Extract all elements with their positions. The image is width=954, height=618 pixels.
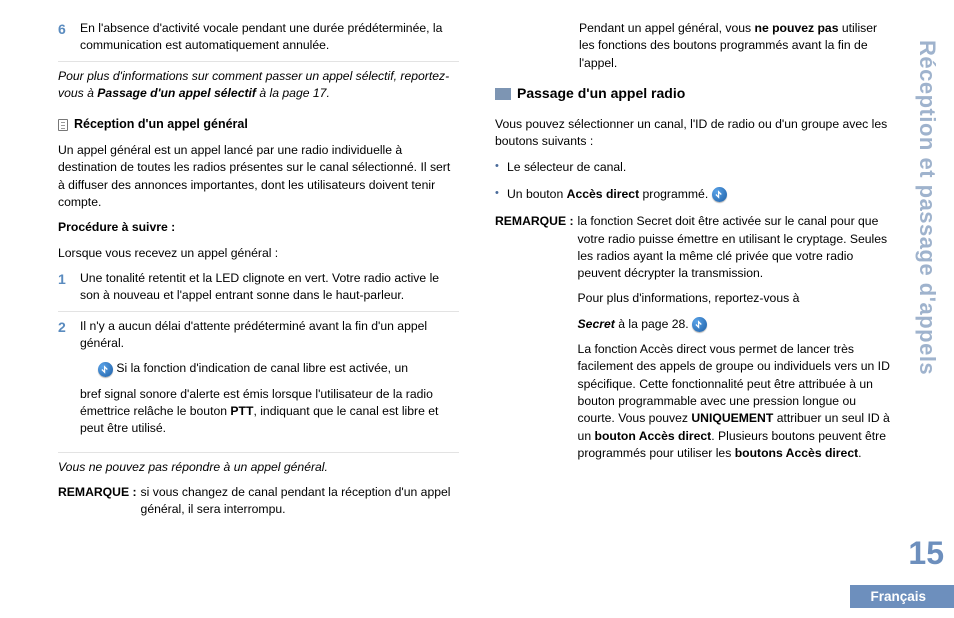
- r-para2: Pour plus d'informations, reportez-vous …: [578, 290, 896, 307]
- step2-line2-text: Si la fonction d'indication de canal lib…: [113, 361, 408, 375]
- info-icon: [712, 187, 727, 202]
- step-6: 6 En l'absence d'activité vocale pendant…: [58, 20, 459, 62]
- step2-line3: bref signal sonore d'alerte est émis lor…: [80, 386, 459, 438]
- two-column-layout: 6 En l'absence d'activité vocale pendant…: [58, 20, 896, 519]
- step-2: 2 Il n'y a aucun délai d'attente prédéte…: [58, 318, 459, 453]
- section-title-text: Passage d'un appel radio: [517, 84, 685, 104]
- right-top-note: Pendant un appel général, vous ne pouvez…: [495, 20, 896, 72]
- right-intro: Vous pouvez sélectionner un canal, l'ID …: [495, 116, 896, 151]
- remarque-left: REMARQUE : si vous changez de canal pend…: [58, 484, 459, 519]
- step-text: Une tonalité retentit et la LED clignote…: [80, 270, 459, 305]
- step-number: 1: [58, 270, 72, 305]
- info-icon: [692, 317, 707, 332]
- remarque-right: REMARQUE : la fonction Secret doit être …: [495, 213, 896, 470]
- step-text: En l'absence d'activité vocale pendant u…: [80, 20, 459, 55]
- remarque-body: la fonction Secret doit être activée sur…: [578, 213, 896, 470]
- heading-text: Réception d'un appel général: [74, 116, 248, 134]
- cannot-answer-note: Vous ne pouvez pas répondre à un appel g…: [58, 459, 459, 476]
- info-icon: [98, 362, 113, 377]
- step2-line2: Si la fonction d'indication de canal lib…: [80, 360, 459, 377]
- procedure-intro: Lorsque vous recevez un appel général :: [58, 245, 459, 262]
- step-body: Il n'y a aucun délai d'attente prédéterm…: [80, 318, 459, 446]
- list-item: Un bouton Accès direct programmé.: [495, 186, 896, 203]
- page-number: 15: [908, 535, 944, 572]
- left-column: 6 En l'absence d'activité vocale pendant…: [58, 20, 459, 519]
- r-secret-line: Secret à la page 28.: [578, 316, 896, 333]
- ptt-bold: PTT: [230, 404, 253, 418]
- note-text-bold: Passage d'un appel sélectif: [97, 86, 256, 100]
- section-bar-icon: [495, 88, 511, 100]
- section-title: Passage d'un appel radio: [495, 84, 896, 104]
- note-text-post: à la page 17.: [256, 86, 330, 100]
- reception-description: Un appel général est un appel lancé par …: [58, 142, 459, 211]
- bullet1-text: Le sélecteur de canal.: [507, 160, 626, 174]
- remarque-label: REMARQUE :: [58, 484, 137, 519]
- top-note-pre: Pendant un appel général, vous: [579, 21, 755, 35]
- chapter-title-vertical: Réception et passage d'appels: [914, 40, 940, 375]
- step2-line1: Il n'y a aucun délai d'attente prédéterm…: [80, 318, 459, 353]
- bullet2-pre: Un bouton: [507, 187, 567, 201]
- reception-heading: Réception d'un appel général: [58, 116, 459, 134]
- r-para3: La fonction Accès direct vous permet de …: [578, 341, 896, 462]
- procedure-label: Procédure à suivre :: [58, 219, 459, 236]
- language-tab: Français: [850, 585, 954, 608]
- boutons-bold: boutons Accès direct: [735, 446, 858, 460]
- remarque-body: si vous changez de canal pendant la réce…: [141, 484, 459, 519]
- remarque-label: REMARQUE :: [495, 213, 574, 470]
- bouton-bold: bouton Accès direct: [595, 429, 712, 443]
- list-item: Le sélecteur de canal.: [495, 159, 896, 176]
- top-note-bold: ne pouvez pas: [755, 21, 839, 35]
- unique-bold: UNIQUEMENT: [691, 411, 773, 425]
- r-para3d: .: [858, 446, 861, 460]
- right-column: Pendant un appel général, vous ne pouvez…: [495, 20, 896, 519]
- bullet2-post: programmé.: [639, 187, 711, 201]
- bullet2-bold: Accès direct: [567, 187, 640, 201]
- r-para1: la fonction Secret doit être activée sur…: [578, 213, 896, 282]
- step-number: 6: [58, 20, 72, 55]
- document-icon: [58, 119, 68, 131]
- step-1: 1 Une tonalité retentit et la LED cligno…: [58, 270, 459, 312]
- options-list: Le sélecteur de canal. Un bouton Accès d…: [495, 159, 896, 204]
- step-number: 2: [58, 318, 72, 446]
- selective-call-note: Pour plus d'informations sur comment pas…: [58, 68, 459, 103]
- page-root: 6 En l'absence d'activité vocale pendant…: [0, 0, 954, 618]
- secret-bold: Secret: [578, 317, 615, 331]
- secret-post: à la page 28.: [615, 317, 692, 331]
